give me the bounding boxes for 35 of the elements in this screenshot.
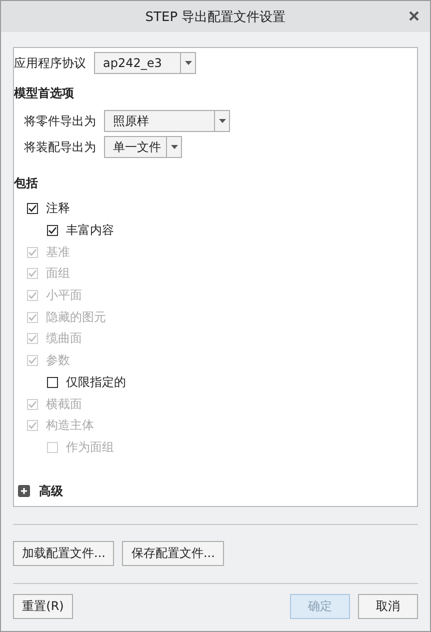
checkbox-label: 基准 (46, 244, 70, 261)
profile-button[interactable]: 保存配置文件... (122, 541, 224, 566)
checkbox[interactable] (47, 225, 58, 236)
protocol-select[interactable]: ap242_e3 (94, 52, 196, 74)
checkbox[interactable] (27, 203, 38, 214)
protocol-label: 应用程序协议 (14, 54, 86, 72)
export-select[interactable]: 照原样 (104, 110, 230, 132)
checkbox-label: 隐藏的图元 (46, 308, 106, 326)
checkbox-label: 作为面组 (66, 438, 114, 456)
checkbox-label: 缆曲面 (46, 330, 82, 348)
checkbox-label: 丰富内容 (66, 222, 114, 240)
advanced-toggle[interactable]: 高级 (14, 481, 417, 501)
checkbox-label: 仅限指定的 (66, 374, 126, 391)
checkbox-row[interactable]: 丰富内容 (14, 220, 417, 242)
checkbox-label: 横截面 (46, 396, 82, 413)
field-label: 将零件导出为 (24, 112, 96, 130)
checkbox-label: 面组 (46, 265, 70, 282)
checkbox-label: 小平面 (46, 287, 82, 304)
checkbox-row[interactable]: 注释 (14, 198, 417, 220)
caret-icon (218, 119, 226, 123)
plus-icon (18, 485, 30, 497)
checkbox-label: 注释 (46, 200, 70, 218)
close-icon[interactable] (408, 10, 420, 22)
dialog-button[interactable]: 取消 (358, 594, 418, 619)
profile-button[interactable]: 加载配置文件... (13, 541, 114, 566)
checkbox-label: 构造主体 (46, 417, 94, 434)
window-title: STEP 导出配置文件设置 (145, 8, 286, 26)
section-heading: 包括 (14, 174, 38, 192)
caret-icon (170, 145, 178, 149)
field-label: 将装配导出为 (24, 138, 96, 156)
caret-icon (184, 61, 192, 65)
export-select[interactable]: 单一文件 (104, 136, 182, 158)
checkbox-label: 参数 (46, 352, 70, 370)
dialog-button[interactable]: 重置(R) (13, 594, 73, 619)
section-heading: 模型首选项 (14, 84, 74, 102)
